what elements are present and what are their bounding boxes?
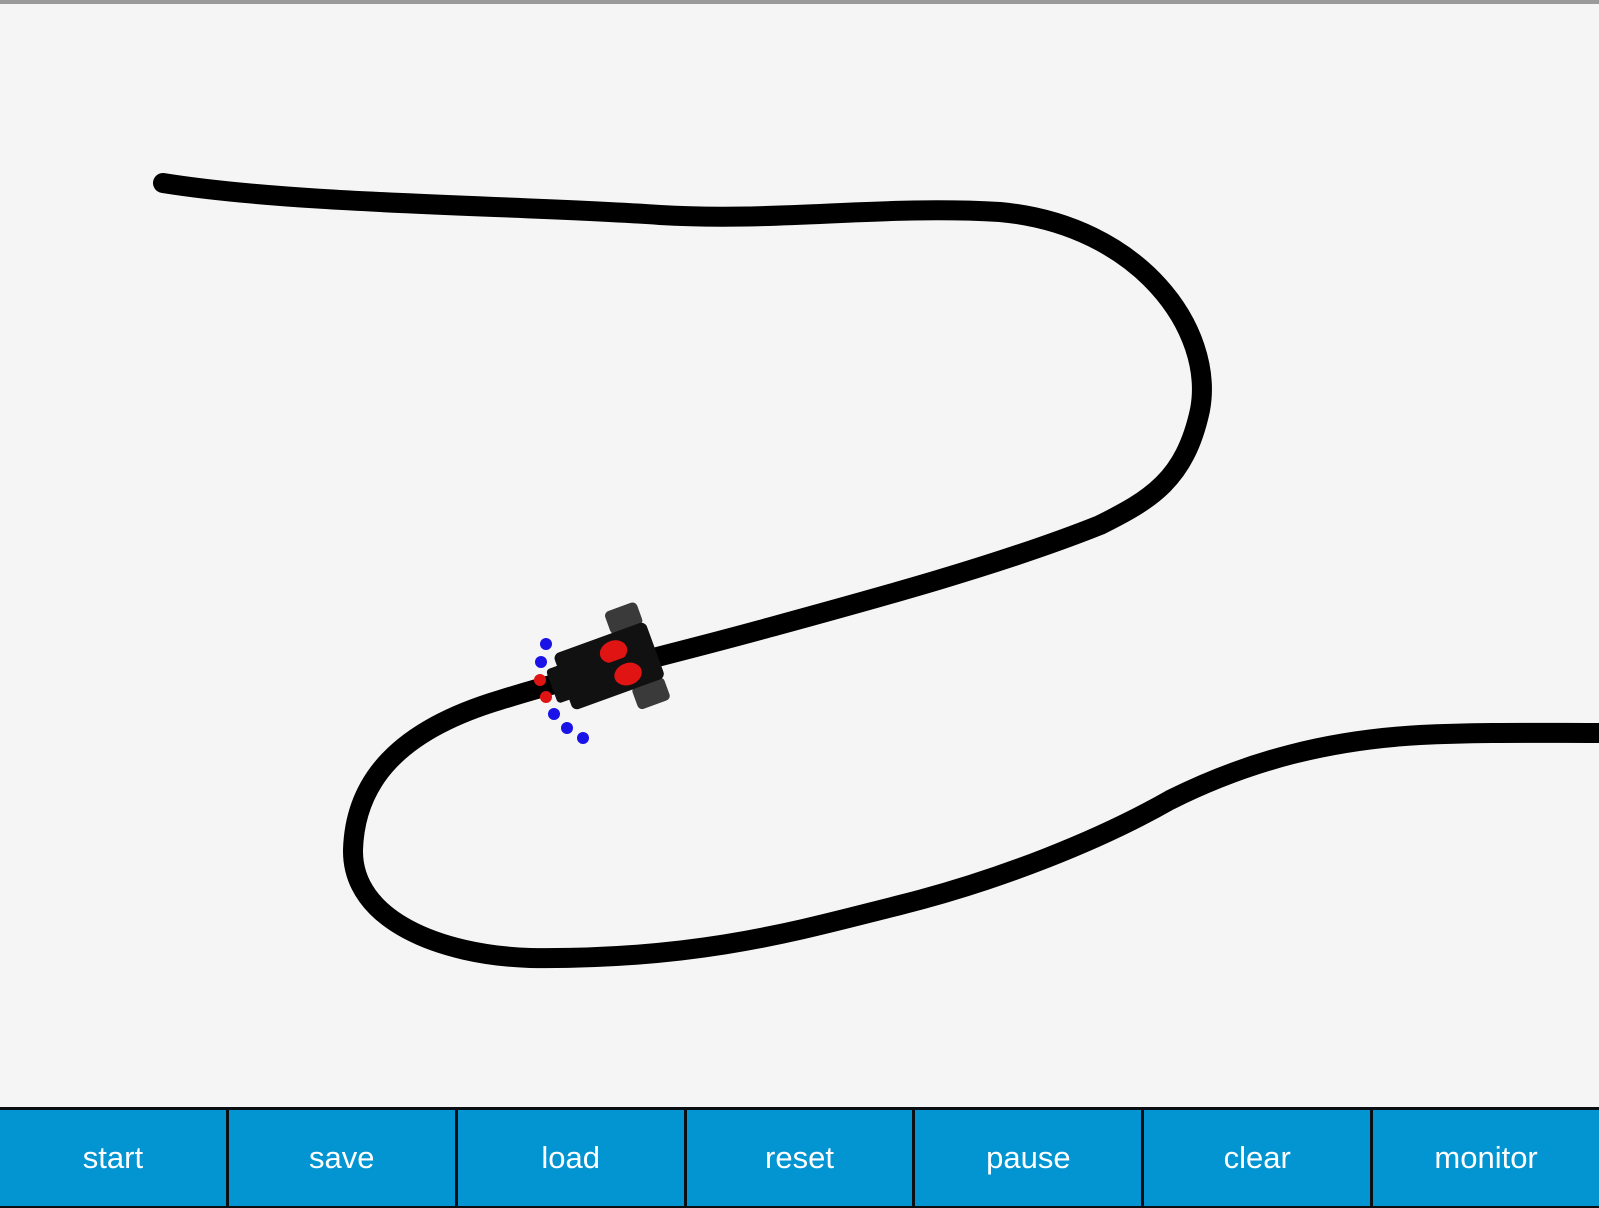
- save-button-label: save: [309, 1140, 375, 1175]
- load-button[interactable]: load: [457, 1110, 684, 1206]
- track-svg: [153, 173, 1599, 969]
- clear-button[interactable]: clear: [1144, 1110, 1371, 1206]
- sensor-dot: [561, 722, 573, 734]
- sensor-dot: [535, 656, 547, 668]
- monitor-button[interactable]: monitor: [1373, 1110, 1599, 1206]
- sensor-dot: [540, 638, 552, 650]
- pause-button[interactable]: pause: [915, 1110, 1142, 1206]
- reset-button-label: reset: [765, 1140, 834, 1175]
- drawing-canvas[interactable]: [0, 4, 1599, 1108]
- monitor-button-label: monitor: [1434, 1140, 1538, 1175]
- app-window: start save load reset pause clear monito…: [0, 0, 1599, 1208]
- start-button[interactable]: start: [0, 1110, 226, 1206]
- save-button[interactable]: save: [228, 1110, 455, 1206]
- reset-button[interactable]: reset: [686, 1110, 913, 1206]
- bottom-toolbar: start save load reset pause clear monito…: [0, 1107, 1599, 1208]
- clear-button-label: clear: [1223, 1140, 1291, 1175]
- drawn-track-line: [153, 173, 1599, 969]
- sensor-dot: [548, 708, 560, 720]
- start-button-label: start: [82, 1140, 144, 1175]
- sensor-dot-active: [534, 674, 546, 686]
- pause-button-label: pause: [986, 1140, 1071, 1175]
- sensor-dot: [577, 732, 589, 744]
- sensor-dot-active: [540, 691, 552, 703]
- load-button-label: load: [541, 1140, 600, 1175]
